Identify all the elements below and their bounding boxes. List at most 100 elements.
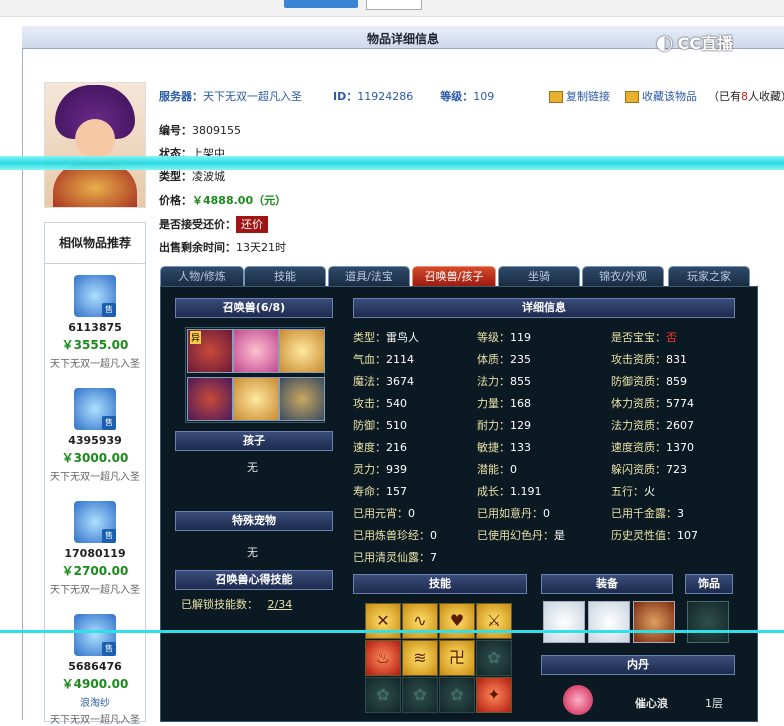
- skill-slot: ✿: [402, 677, 438, 713]
- pet-slot[interactable]: [279, 329, 325, 373]
- attribute-value: 723: [666, 463, 687, 476]
- empty-slot-icon: ✿: [487, 648, 501, 667]
- pet-slot[interactable]: [233, 377, 279, 421]
- tab-mounts[interactable]: 坐骑: [498, 266, 580, 287]
- attribute-value: 3: [677, 507, 684, 520]
- detail-attribute: 速度：216: [353, 439, 407, 455]
- detail-attribute: 五行：火: [611, 483, 655, 499]
- browser-top-strip: [0, 0, 784, 17]
- pet-panel: 召唤兽(6/8) 异 孩子 无 特殊宠物 无 召唤兽心得技能 已解锁技能数： 2…: [160, 286, 758, 722]
- pet-slot[interactable]: [233, 329, 279, 373]
- skill-slot[interactable]: ⚔: [476, 603, 512, 639]
- detail-attribute: 体质：235: [477, 351, 531, 367]
- skill-slot[interactable]: ✦: [476, 677, 512, 713]
- detail-attribute: 法力资质：2607: [611, 417, 694, 433]
- inner-core-title: 内丹: [541, 655, 735, 675]
- detail-attribute: 已用清灵仙露：7: [353, 549, 437, 565]
- tab-pets[interactable]: 召唤兽/孩子: [412, 266, 496, 287]
- accessory-slot[interactable]: [687, 601, 729, 643]
- price-value: ￥4888.00（元）: [192, 194, 287, 207]
- skill-slot[interactable]: ∿: [402, 603, 438, 639]
- equipment-slot[interactable]: [543, 601, 585, 643]
- empty-slot-icon: ✿: [413, 685, 427, 704]
- sale-badge: 售: [102, 416, 116, 430]
- top-blue-button[interactable]: [284, 0, 358, 8]
- skill-slot[interactable]: ♥: [439, 603, 475, 639]
- remaining-row: 出售剩余时间：13天21时: [159, 241, 286, 254]
- copy-link-button[interactable]: 复制链接: [549, 90, 610, 103]
- detail-section-title: 详细信息: [353, 298, 735, 318]
- attribute-value: 939: [386, 463, 407, 476]
- attribute-label: 潜能：: [477, 463, 510, 476]
- attribute-label: 等级：: [477, 331, 510, 344]
- detail-attribute: 已用炼兽珍经：0: [353, 527, 437, 543]
- attribute-label: 寿命：: [353, 485, 386, 498]
- top-white-button[interactable]: [366, 0, 422, 10]
- claw-icon: ✦: [487, 685, 501, 704]
- attribute-value: 831: [666, 353, 687, 366]
- pet-slot[interactable]: [187, 377, 233, 421]
- attribute-value: 1370: [666, 441, 694, 454]
- tab-outfits[interactable]: 锦衣/外观: [582, 266, 664, 287]
- tab-home[interactable]: 玩家之家: [668, 266, 750, 287]
- pet-grid: 异: [185, 327, 325, 423]
- equipment-slot[interactable]: [633, 601, 675, 643]
- recommend-item[interactable]: 售 6113875 ￥3555.00 天下无双一超凡入圣: [45, 275, 145, 370]
- detail-attribute: 躲闪资质：723: [611, 461, 687, 477]
- attribute-value: 3674: [386, 375, 414, 388]
- skill-slot[interactable]: ♨: [365, 640, 401, 676]
- attribute-label: 已用炼兽珍经：: [353, 529, 430, 542]
- attribute-value: 157: [386, 485, 407, 498]
- attribute-label: 已用千金露：: [611, 507, 677, 520]
- detail-attribute: 寿命：157: [353, 483, 407, 499]
- recommend-item[interactable]: 售 4395939 ￥3000.00 天下无双一超凡入圣: [45, 388, 145, 483]
- attribute-value: 0: [543, 507, 550, 520]
- variant-badge: 异: [190, 331, 202, 344]
- special-pet-value: 无: [247, 546, 258, 559]
- tab-skills[interactable]: 技能: [244, 266, 326, 287]
- tab-character[interactable]: 人物/修炼: [160, 266, 244, 287]
- attribute-label: 耐力：: [477, 419, 510, 432]
- id-value: 11924286: [357, 90, 414, 103]
- skill-slot[interactable]: ✕: [365, 603, 401, 639]
- detail-attribute: 已用千金露：3: [611, 505, 684, 521]
- attribute-label: 敏捷：: [477, 441, 510, 454]
- recommend-thumb: 售: [74, 275, 116, 317]
- attribute-label: 气血：: [353, 353, 386, 366]
- attribute-value: 168: [510, 397, 531, 410]
- attribute-label: 魔法：: [353, 375, 386, 388]
- skill-slot: ✿: [476, 640, 512, 676]
- tab-items[interactable]: 道具/法宝: [328, 266, 410, 287]
- favorite-icon: [625, 91, 639, 103]
- detail-attribute: 防御资质：859: [611, 373, 687, 389]
- skill-slot[interactable]: ≋: [402, 640, 438, 676]
- skill-slot[interactable]: 卍: [439, 640, 475, 676]
- detail-attribute: 历史灵性值：107: [611, 527, 698, 543]
- inner-core-icon[interactable]: [563, 685, 593, 715]
- attribute-label: 法力：: [477, 375, 510, 388]
- number-value: 3809155: [192, 124, 241, 137]
- attribute-label: 类型：: [353, 331, 386, 344]
- overlay-glow-line: [0, 630, 784, 633]
- equipment-slot[interactable]: [588, 601, 630, 643]
- remaining-value: 13天21时: [236, 241, 286, 254]
- attribute-value: 540: [386, 397, 407, 410]
- empty-slot-icon: ✿: [376, 685, 390, 704]
- wave-icon: ≋: [413, 648, 427, 667]
- recommend-item[interactable]: 售 17080119 ￥2700.00 天下无双一超凡入圣: [45, 501, 145, 596]
- attribute-value: 235: [510, 353, 531, 366]
- pet-slot[interactable]: [279, 377, 325, 421]
- attribute-value: 1.191: [510, 485, 542, 498]
- type-row: 类型：凌波城: [159, 170, 225, 183]
- attribute-label: 法力资质：: [611, 419, 666, 432]
- attribute-label: 已用元宵：: [353, 507, 408, 520]
- sale-badge: 售: [102, 529, 116, 543]
- favorite-button[interactable]: 收藏该物品: [625, 90, 697, 103]
- pet-slot[interactable]: 异: [187, 329, 233, 373]
- sidebar-title: 相似物品推荐: [45, 223, 145, 264]
- unlocked-skills-link[interactable]: 2/34: [268, 598, 293, 611]
- bargain-button[interactable]: 还价: [236, 216, 268, 233]
- attribute-label: 攻击：: [353, 397, 386, 410]
- attribute-value: 雷鸟人: [386, 331, 419, 344]
- number-row: 编号：3809155: [159, 124, 241, 137]
